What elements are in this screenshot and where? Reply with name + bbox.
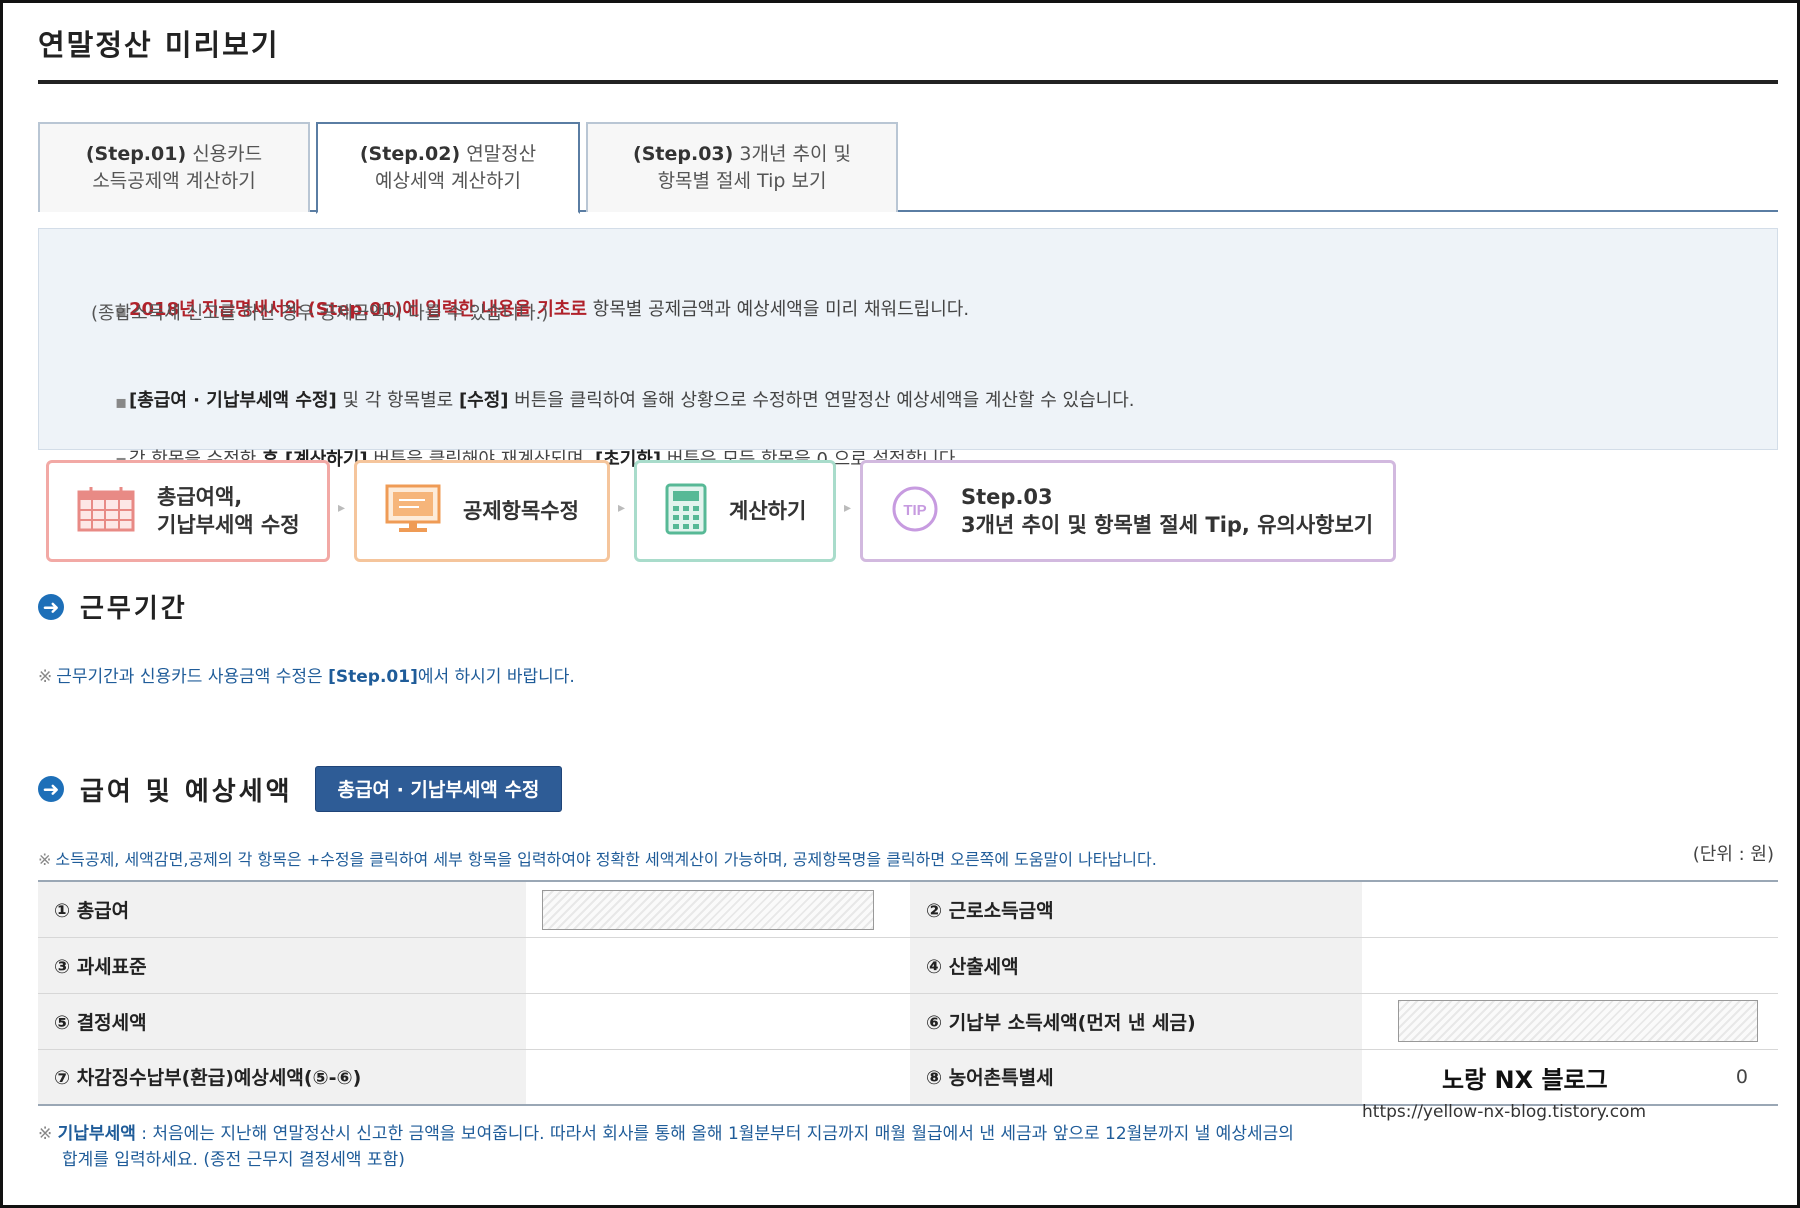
footnote-text-2: 합계를 입력하세요. (종전 근무지 결정세액 포함) <box>62 1149 405 1170</box>
unit-label: (단위 : 원) <box>1692 844 1774 865</box>
tab-step-03[interactable]: (Step.03) 3개년 추이 및 항목별 절세 Tip 보기 <box>586 122 898 212</box>
tab-line2: 소득공제액 계산하기 <box>92 170 256 192</box>
tab-line1: 3개년 추이 및 <box>739 143 851 166</box>
step-label: 공제항목수정 <box>463 498 579 523</box>
prepaid-tax-footnote: ※ 기납부세액 : 처음에는 지난해 연말정산시 신고한 금액을 보여줍니다. … <box>38 1122 1738 1173</box>
tab-line1: 신용카드 <box>192 143 263 166</box>
salary-table: ① 총급여 ② 근로소득금액 ③ 과세표준 ④ 산출세액 ⑤ 결정세액 ⑥ 기납… <box>38 880 1778 1106</box>
bullet-icon: ▪ <box>115 392 128 413</box>
row-value <box>1362 936 1778 993</box>
blog-watermark: 노랑 NX 블로그 <box>1442 1065 1608 1094</box>
work-period-remark: ※ 근무기간과 신용카드 사용금액 수정은 [Step.01]에서 하시기 바랍니… <box>38 662 575 687</box>
calculator-icon <box>665 483 707 539</box>
step-03-tip-button[interactable]: TIP Step.03 3개년 추이 및 항목별 절세 Tip, 유의사항보기 <box>860 460 1396 562</box>
section-title: 급여 및 예상세액 <box>80 776 293 807</box>
step-label: 총급여액, 기납부세액 수정 <box>157 484 300 537</box>
notice-emphasis: [수정] <box>458 390 509 411</box>
row-value <box>526 936 910 993</box>
remark-link[interactable]: [Step.01] <box>328 667 418 687</box>
step-label: 계산하기 <box>729 498 807 523</box>
tab-step-label: (Step.02) <box>359 143 461 166</box>
step-edit-salary-button[interactable]: 총급여액, 기납부세액 수정 <box>46 460 330 562</box>
table-row: ⑦ 차감징수납부(환급)예상세액(⑤-⑥) ⑧ 농어촌특별세 노랑 NX 블로그… <box>38 1048 1778 1106</box>
row-value <box>526 1048 910 1106</box>
notice-text: 항목별 공제금액과 예상세액을 미리 채워드립니다. <box>586 299 970 320</box>
table-row: ③ 과세표준 ④ 산출세액 <box>38 936 1778 993</box>
notice-line-1-sub: (종합소득세 신고를 하신 경우 공제금액이 다를 수 있습니다.) <box>91 303 549 324</box>
row-label[interactable]: ⑧ 농어촌특별세 <box>910 1048 1362 1106</box>
notice-text: 및 각 항목별로 <box>336 390 459 411</box>
row-label[interactable]: ③ 과세표준 <box>38 936 526 993</box>
tab-step-01[interactable]: (Step.01) 신용카드 소득공제액 계산하기 <box>38 122 310 212</box>
title-divider <box>38 80 1778 84</box>
remark-text: 에서 하시기 바랍니다. <box>417 667 575 687</box>
arrow-right-icon: ▸ <box>844 500 852 516</box>
step-tabs: (Step.01) 신용카드 소득공제액 계산하기 (Step.02) 연말정산… <box>38 122 1778 214</box>
row-label[interactable]: ⑥ 기납부 소득세액(먼저 낸 세금) <box>910 992 1362 1049</box>
edit-salary-button[interactable]: 총급여 · 기납부세액 수정 <box>314 766 563 812</box>
section-title: 근무기간 <box>80 594 188 624</box>
monitor-icon <box>385 484 441 538</box>
row-label[interactable]: ② 근로소득금액 <box>910 880 1362 937</box>
rural-tax-value: 0 <box>1735 1065 1748 1088</box>
note-mark: ※ <box>38 667 53 687</box>
note-mark: ※ <box>38 850 52 869</box>
prepaid-tax-input[interactable] <box>1398 999 1758 1042</box>
note-mark: ※ <box>38 1124 53 1144</box>
table-row: ⑤ 결정세액 ⑥ 기납부 소득세액(먼저 낸 세금) <box>38 992 1778 1049</box>
notice-box: ▪ 2018년 지급명세서와 (Step.01)에 입력한 내용을 기초로 항목별… <box>38 228 1778 471</box>
tab-line2: 예상세액 계산하기 <box>375 170 521 192</box>
notice-line-2: ▪ [총급여 · 기납부세액 수정] 및 각 항목별로 [수정] 버튼을 클릭하여… <box>115 390 1800 413</box>
row-label[interactable]: ④ 산출세액 <box>910 936 1362 993</box>
footnote-term: 기납부세액 <box>57 1124 136 1144</box>
step-label: Step.03 3개년 추이 및 항목별 절세 Tip, 유의사항보기 <box>961 484 1374 537</box>
row-label[interactable]: ⑦ 차감징수납부(환급)예상세액(⑤-⑥) <box>38 1048 526 1106</box>
remark-text: 근무기간과 신용카드 사용금액 수정은 <box>56 667 329 687</box>
section-arrow-icon: ➜ <box>38 593 64 620</box>
salary-remark: ※ 소득공제, 세액감면,공제의 각 항목은 +수정을 클릭하여 세부 항목을 입… <box>38 846 1157 870</box>
tab-step-02[interactable]: (Step.02) 연말정산 예상세액 계산하기 <box>316 122 580 214</box>
row-label[interactable]: ① 총급여 <box>38 880 526 937</box>
tab-step-label: (Step.01) <box>85 143 187 166</box>
row-value: 노랑 NX 블로그 0 <box>1362 1048 1778 1106</box>
total-salary-input[interactable] <box>542 890 874 930</box>
notice-emphasis: [총급여 · 기납부세액 수정] <box>129 390 337 411</box>
row-value <box>526 880 910 937</box>
footnote-text: : 처음에는 지난해 연말정산시 신고한 금액을 보여줍니다. 따라서 회사를 … <box>135 1124 1294 1144</box>
calendar-icon <box>77 486 135 536</box>
remark-text: 소득공제, 세액감면,공제의 각 항목은 +수정을 클릭하여 세부 항목을 입력… <box>55 850 1157 869</box>
blog-url: https://yellow-nx-blog.tistory.com <box>1362 1102 1647 1122</box>
tab-step-label: (Step.03) <box>633 143 734 166</box>
notice-text: 버튼을 클릭하여 올해 상황으로 수정하면 연말정산 예상세액을 계산할 수 있… <box>508 390 1135 411</box>
tip-icon: TIP <box>891 485 939 537</box>
tab-line1: 연말정산 <box>466 143 537 166</box>
section-arrow-icon: ➜ <box>38 776 64 802</box>
tab-line2: 항목별 절세 Tip 보기 <box>657 170 827 192</box>
table-row: ① 총급여 ② 근로소득금액 <box>38 880 1778 937</box>
arrow-right-icon: ▸ <box>618 500 626 516</box>
svg-text:TIP: TIP <box>903 502 926 519</box>
salary-header: ➜ 급여 및 예상세액 총급여 · 기납부세액 수정 <box>38 766 563 812</box>
row-label[interactable]: ⑤ 결정세액 <box>38 992 526 1049</box>
step-calculate-button[interactable]: 계산하기 <box>634 460 836 562</box>
row-value <box>1362 992 1778 1049</box>
step-deduction-button[interactable]: 공제항목수정 <box>354 460 610 562</box>
page-title: 연말정산 미리보기 <box>38 28 280 62</box>
row-value <box>1362 880 1778 937</box>
work-period-header: ➜ 근무기간 <box>38 588 188 625</box>
arrow-right-icon: ▸ <box>338 500 346 516</box>
row-value <box>526 992 910 1049</box>
